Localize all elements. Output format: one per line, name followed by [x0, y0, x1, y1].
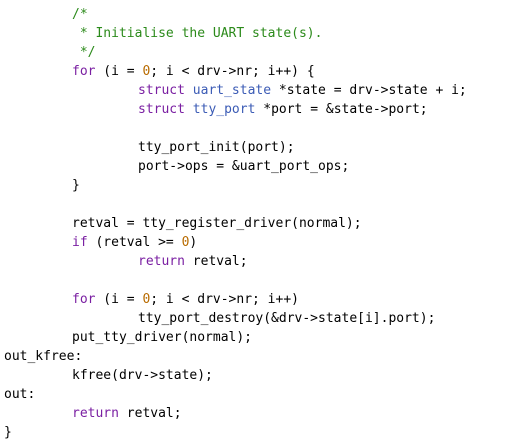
code-token: kfree(drv->state); — [72, 368, 213, 383]
code-token: *port = &state->port; — [255, 102, 428, 117]
code-token: ; i < drv->nr; i++) { — [150, 64, 315, 79]
code-token: uart_state — [192, 83, 272, 98]
code-token: *state = drv->state + i; — [271, 83, 467, 98]
code-token: retval; — [184, 254, 248, 269]
code-token: out_kfree: — [4, 349, 83, 364]
code-token: (i = — [95, 64, 143, 79]
code-token: tty_port — [192, 102, 256, 117]
code-token: for — [72, 64, 96, 79]
code-token: struct — [138, 102, 185, 117]
code-view[interactable]: /* * Initialise the UART state(s). */ for… — [0, 0, 505, 443]
code-token: (i = — [95, 292, 143, 307]
code-line: out_kfree: — [4, 347, 82, 366]
code-line: return retval; — [72, 404, 182, 423]
code-line: out: — [4, 385, 35, 404]
code-token: (retval >= — [87, 235, 182, 250]
code-token: */ — [72, 45, 96, 60]
code-token: return — [138, 254, 185, 269]
code-token: retval; — [118, 406, 182, 421]
code-token: ) — [189, 235, 198, 250]
code-line: } — [4, 423, 12, 442]
code-token: } — [72, 178, 80, 193]
code-token: put_tty_driver(normal); — [72, 330, 253, 345]
code-line: struct uart_state *state = drv->state + … — [138, 81, 467, 100]
code-token: tty_port_init(port); — [138, 140, 295, 155]
code-line: for (i = 0; i < drv->nr; i++) — [72, 290, 299, 309]
code-line: * Initialise the UART state(s). — [72, 24, 323, 43]
code-token: struct — [138, 83, 185, 98]
code-token: for — [72, 292, 96, 307]
code-token: port->ops = &uart_port_ops; — [138, 159, 350, 174]
code-token: ; i < drv->nr; i++) — [150, 292, 299, 307]
code-line: put_tty_driver(normal); — [72, 328, 252, 347]
code-line: */ — [72, 43, 96, 62]
code-line: port->ops = &uart_port_ops; — [138, 157, 349, 176]
code-line: /* — [72, 5, 88, 24]
code-line: tty_port_init(port); — [138, 138, 295, 157]
code-token: out: — [4, 387, 36, 402]
code-line: retval = tty_register_driver(normal); — [72, 214, 362, 233]
code-token: retval = tty_register_driver(normal); — [72, 216, 362, 231]
code-line: struct tty_port *port = &state->port; — [138, 100, 428, 119]
code-token: * Initialise the UART state(s). — [72, 26, 323, 41]
code-token: } — [4, 425, 12, 440]
code-token: tty_port_destroy(&drv->state[i].port); — [138, 311, 436, 326]
code-token: /* — [72, 7, 88, 22]
code-line: for (i = 0; i < drv->nr; i++) { — [72, 62, 315, 81]
code-token: return — [72, 406, 119, 421]
code-token: if — [72, 235, 88, 250]
code-line: tty_port_destroy(&drv->state[i].port); — [138, 309, 435, 328]
code-line: if (retval >= 0) — [72, 233, 197, 252]
code-line: } — [72, 176, 80, 195]
code-line: return retval; — [138, 252, 248, 271]
code-line: kfree(drv->state); — [72, 366, 213, 385]
